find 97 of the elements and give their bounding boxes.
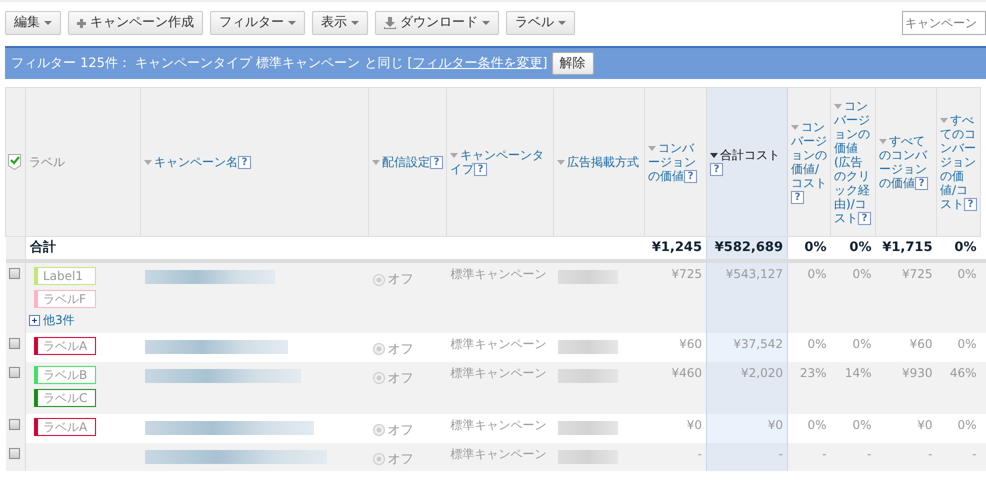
table-cell: 23% — [800, 366, 826, 380]
help-icon[interactable]: ? — [430, 156, 443, 170]
status-toggle[interactable]: オフ — [372, 370, 414, 384]
table-cell: - — [867, 446, 872, 460]
caret-icon — [44, 21, 52, 25]
table-cell: ¥725 — [671, 267, 702, 281]
label-tag[interactable]: ラベルC — [34, 388, 96, 406]
table-cell: ¥930 — [902, 366, 932, 380]
table-cell: ¥2,020 — [741, 366, 783, 380]
table-cell: - — [778, 446, 783, 460]
table-cell: - — [972, 446, 976, 460]
help-icon[interactable]: ? — [858, 212, 871, 226]
filter-link[interactable]: [フィルター条件を変更] — [407, 54, 548, 74]
status-toggle[interactable]: オフ — [372, 342, 414, 356]
table-cell: - — [822, 446, 826, 460]
blurred-placement — [558, 368, 618, 382]
table-cell: ¥543,127 — [726, 267, 783, 281]
row-checkbox[interactable] — [8, 268, 20, 279]
help-icon[interactable]: ? — [474, 163, 487, 176]
table-cell: 0% — [957, 267, 976, 281]
table-cell: ¥1,245 — [652, 240, 702, 255]
search-field[interactable]: キャンペーン — [902, 11, 986, 35]
help-icon[interactable]: ? — [915, 177, 928, 190]
table-cell: 0% — [807, 336, 826, 350]
help-icon[interactable]: ? — [238, 156, 251, 170]
table-cell: ¥0 — [917, 418, 932, 432]
blurred-placement — [558, 450, 618, 464]
table-cell: ¥37,542 — [733, 336, 783, 350]
column-header: ラベル — [29, 155, 66, 169]
table-cell: 標準キャンペーン — [450, 418, 546, 432]
toolbar-button[interactable]: ラベル — [506, 11, 575, 35]
more-labels-link[interactable]: 他3件 — [29, 312, 75, 328]
column-header[interactable]: キャンペーンタイプ ? — [450, 148, 550, 176]
caret-icon — [482, 21, 490, 25]
table-cell: 0% — [957, 336, 976, 350]
column-header[interactable]: キャンペーン名 ? — [144, 154, 365, 170]
toolbar-button[interactable]: ダウンロード — [375, 11, 499, 35]
label-tag[interactable]: ラベルA — [34, 336, 96, 354]
table-cell: 0% — [807, 267, 826, 281]
blurred-placement — [558, 420, 618, 434]
toolbar-button[interactable]: フィルター — [210, 11, 305, 35]
filter-text: フィルター 125件： キャンペーンタイプ 標準キャンペーン と同じ — [11, 54, 404, 73]
total-label: 合計 — [30, 240, 56, 255]
table-cell: - — [698, 446, 702, 460]
table-cell: 標準キャンペーン — [450, 267, 546, 281]
column-header[interactable]: 配信設定 ? — [372, 154, 443, 170]
table-cell: 0% — [954, 240, 976, 255]
table-cell: ¥0 — [686, 418, 702, 432]
row-checkbox[interactable] — [8, 366, 20, 378]
row-checkbox[interactable] — [8, 338, 20, 348]
table-cell: 46% — [950, 366, 976, 380]
table-cell: ¥582,689 — [714, 240, 783, 255]
label-tag[interactable]: ラベルF — [34, 290, 96, 308]
table-cell: ¥1,715 — [882, 240, 932, 255]
row-checkbox[interactable] — [8, 448, 20, 458]
plus-icon — [77, 18, 86, 28]
clear-button[interactable]: 解除 — [552, 52, 594, 75]
table-cell: 標準キャンペーン — [450, 446, 546, 460]
status-toggle[interactable]: オフ — [372, 422, 414, 436]
table-cell: ¥60 — [910, 336, 932, 350]
toolbar-button[interactable]: キャンペーン作成 — [68, 11, 203, 35]
help-icon[interactable]: ? — [684, 170, 697, 184]
caret-icon — [351, 21, 359, 25]
column-header[interactable]: 広告掲載方式 — [557, 155, 641, 169]
help-icon[interactable]: ? — [710, 163, 723, 176]
table-cell: 0% — [852, 418, 872, 432]
label-tag[interactable]: ラベルA — [34, 418, 96, 436]
toolbar-button[interactable]: 編集 — [5, 11, 61, 35]
blurred-placement — [558, 270, 618, 284]
status-toggle[interactable]: オフ — [372, 272, 414, 286]
blurred-placement — [558, 340, 618, 354]
table-cell: 14% — [844, 366, 872, 380]
label-tag[interactable]: ラベルB — [34, 366, 96, 384]
table-cell: 0% — [957, 418, 976, 432]
table-cell: 0% — [852, 336, 872, 350]
table-cell: ¥725 — [902, 267, 932, 281]
toolbar-button[interactable]: 表示 — [312, 11, 368, 35]
table-cell: ¥0 — [768, 418, 783, 432]
help-icon[interactable]: ? — [964, 198, 977, 212]
table-cell: ¥460 — [671, 366, 702, 380]
caret-icon — [558, 21, 566, 25]
table-cell: 標準キャンペーン — [450, 336, 546, 350]
download-icon — [384, 17, 396, 29]
label-tag[interactable]: Label1 — [34, 267, 96, 285]
expand-icon — [29, 314, 40, 326]
table-cell: 0% — [852, 267, 872, 281]
table-cell: 0% — [849, 240, 872, 255]
table-cell: - — [928, 446, 932, 460]
help-icon[interactable]: ? — [791, 191, 804, 204]
select-all-checkbox[interactable] — [8, 154, 21, 170]
table-cell: 0% — [807, 418, 826, 432]
table-cell: 0% — [804, 240, 826, 255]
table-cell: ¥60 — [679, 336, 702, 350]
table-cell: 標準キャンペーン — [450, 366, 546, 380]
caret-icon — [288, 21, 296, 25]
row-checkbox[interactable] — [8, 418, 20, 430]
column-header[interactable]: 合計コスト ? — [710, 148, 784, 176]
